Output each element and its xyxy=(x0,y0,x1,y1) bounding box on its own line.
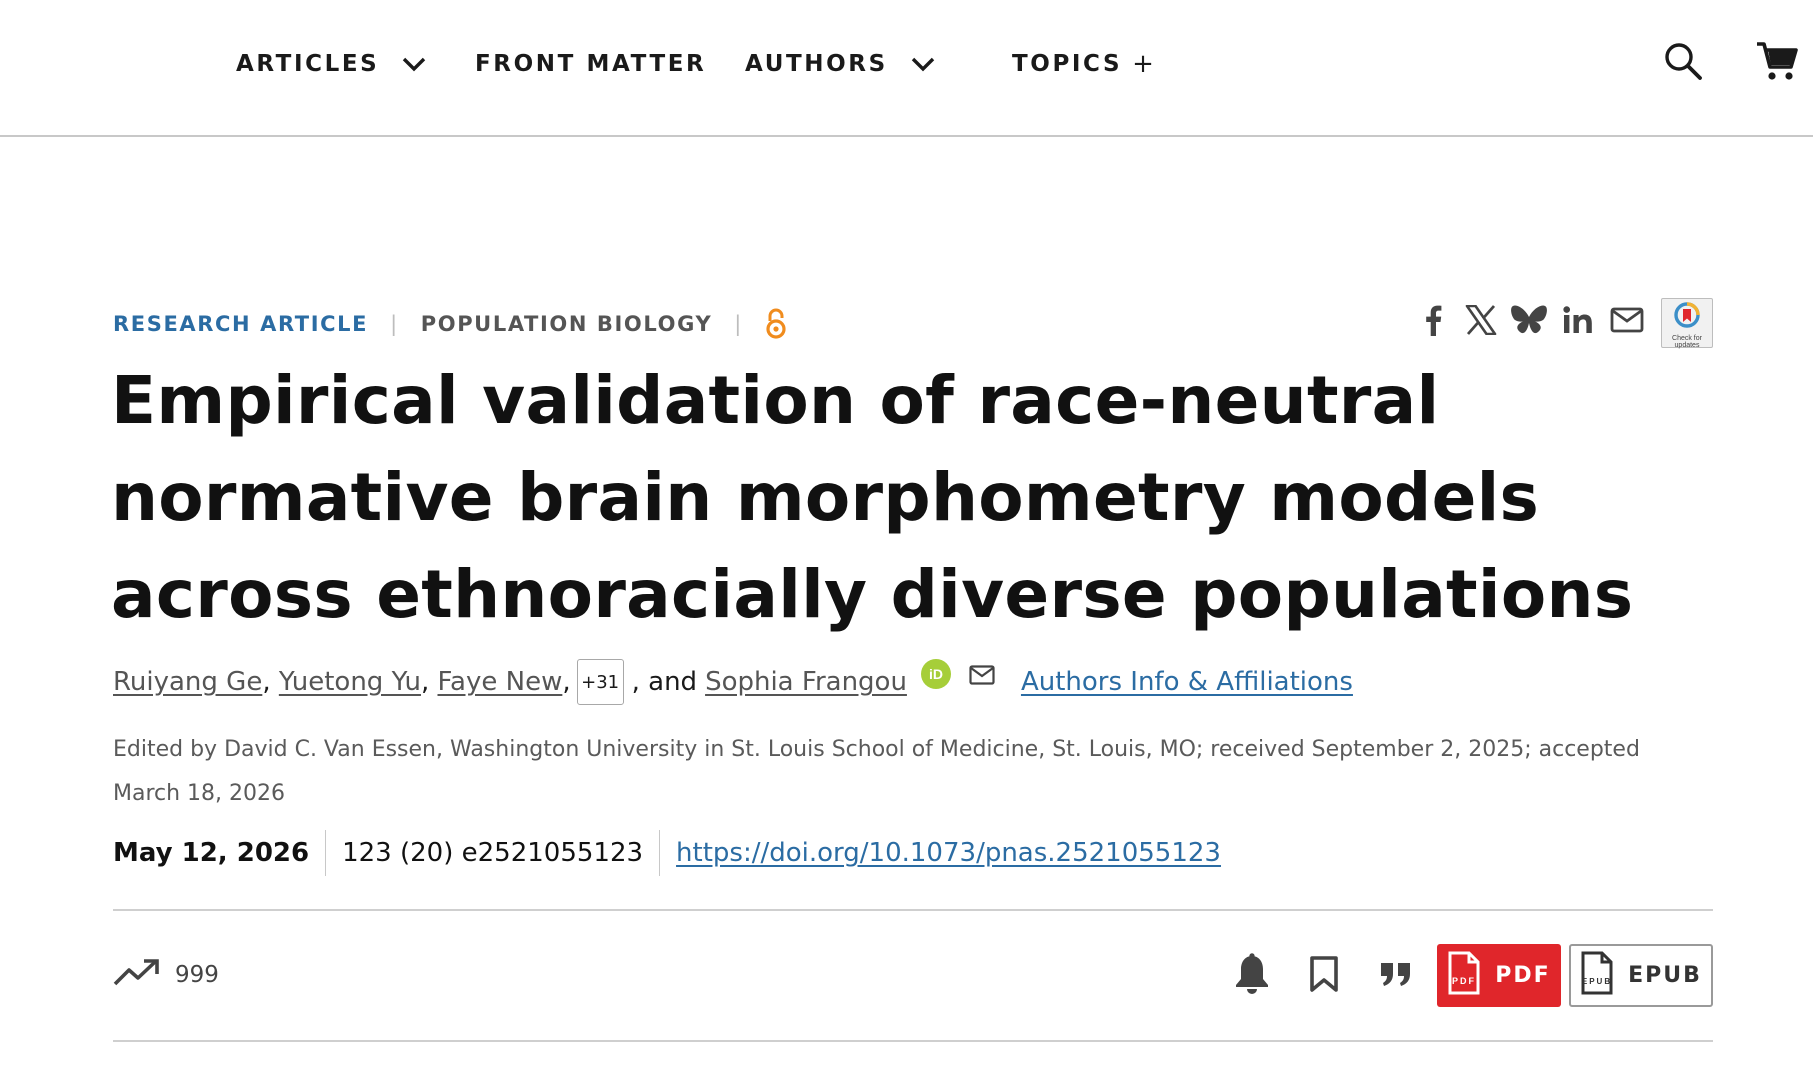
divider xyxy=(113,1040,1713,1042)
nav-front-matter[interactable]: FRONT MATTER xyxy=(475,44,706,84)
facebook-share-button[interactable] xyxy=(1413,298,1453,346)
check-for-updates-label: Check for updates xyxy=(1672,335,1702,349)
email-share-button[interactable] xyxy=(1607,298,1647,346)
author-link[interactable]: Faye New xyxy=(437,667,562,697)
article-topic[interactable]: POPULATION BIOLOGY xyxy=(421,312,713,336)
nav-topics[interactable]: TOPICS + xyxy=(1012,44,1154,84)
trending-up-icon xyxy=(113,957,161,993)
author-link[interactable]: Ruiyang Ge xyxy=(113,667,262,697)
x-share-button[interactable] xyxy=(1461,298,1501,346)
check-for-updates-button[interactable]: Check for updates xyxy=(1661,298,1713,349)
crossmark-icon xyxy=(1673,302,1701,333)
bell-icon xyxy=(1233,952,1271,1000)
authors-info-affiliations-link[interactable]: Authors Info & Affiliations xyxy=(1021,667,1353,697)
author-separator: , xyxy=(420,667,438,697)
author-separator: , xyxy=(262,667,279,697)
more-authors-button[interactable]: +31 xyxy=(576,659,624,705)
cart-button[interactable] xyxy=(1754,40,1800,86)
mail-icon[interactable] xyxy=(969,665,995,685)
nav-topics-label: TOPICS xyxy=(1012,51,1123,77)
svg-text:EPUB: EPUB xyxy=(1582,977,1612,986)
orcid-icon[interactable]: iD xyxy=(920,659,951,689)
meta-separator: | xyxy=(734,312,743,336)
nav-articles[interactable]: ARTICLES xyxy=(236,44,427,84)
epub-download-button[interactable]: EPUB EPUB xyxy=(1569,944,1713,1007)
mail-icon xyxy=(1610,307,1644,338)
author-link[interactable]: Sophia Frangou xyxy=(705,667,907,697)
epub-file-icon: EPUB xyxy=(1580,951,1614,1001)
chevron-down-icon xyxy=(910,55,936,73)
plus-icon: + xyxy=(1132,49,1154,79)
x-icon xyxy=(1465,304,1497,340)
pdf-button-label: PDF xyxy=(1495,963,1551,988)
nav-front-matter-label: FRONT MATTER xyxy=(475,51,707,77)
search-button[interactable] xyxy=(1660,40,1706,86)
epub-button-label: EPUB xyxy=(1628,963,1702,988)
publication-info: May 12, 2026 123 (20) e2521055123 https:… xyxy=(113,829,1221,877)
article-title: Empirical validation of race-neutral nor… xyxy=(111,362,1634,633)
author-list: Ruiyang Ge, Yuetong Yu, Faye New, +31 , … xyxy=(113,659,1353,705)
nav-authors[interactable]: AUTHORS xyxy=(745,44,936,84)
alert-button[interactable] xyxy=(1228,948,1276,1004)
chevron-down-icon xyxy=(401,55,427,73)
volume-issue: 123 (20) e2521055123 xyxy=(326,830,661,876)
linkedin-icon xyxy=(1563,305,1593,339)
top-navigation: ARTICLES FRONT MATTER AUTHORS TOPICS + xyxy=(0,0,1813,137)
bookmark-button[interactable] xyxy=(1300,948,1348,1004)
pdf-download-button[interactable]: PDF PDF xyxy=(1437,944,1561,1007)
nav-articles-label: ARTICLES xyxy=(236,51,380,77)
metric-count: 999 xyxy=(175,962,219,988)
article-metrics[interactable]: 999 xyxy=(113,955,219,995)
doi-link[interactable]: https://doi.org/10.1073/pnas.2521055123 xyxy=(660,838,1221,868)
bluesky-icon xyxy=(1510,304,1548,341)
publication-date: May 12, 2026 xyxy=(113,830,327,876)
search-icon xyxy=(1663,41,1703,86)
cite-button[interactable] xyxy=(1372,948,1420,1004)
meta-separator: | xyxy=(390,312,399,336)
divider xyxy=(113,909,1713,911)
open-access-icon xyxy=(765,308,787,340)
quote-icon xyxy=(1379,961,1413,992)
article-type[interactable]: RESEARCH ARTICLE xyxy=(113,312,368,336)
linkedin-share-button[interactable] xyxy=(1558,298,1598,346)
bluesky-share-button[interactable] xyxy=(1509,298,1549,346)
editor-received-accepted: Edited by David C. Van Essen, Washington… xyxy=(113,737,1640,806)
svg-text:PDF: PDF xyxy=(1452,976,1476,986)
article-meta: RESEARCH ARTICLE | POPULATION BIOLOGY | xyxy=(113,308,787,340)
nav-authors-label: AUTHORS xyxy=(745,51,888,77)
author-separator: , xyxy=(562,667,571,697)
bookmark-icon xyxy=(1309,955,1339,998)
and-text: , and xyxy=(631,667,698,697)
pdf-file-icon: PDF xyxy=(1447,951,1481,1001)
facebook-icon xyxy=(1424,304,1442,341)
cart-icon xyxy=(1756,40,1798,87)
author-link[interactable]: Yuetong Yu xyxy=(279,667,421,697)
